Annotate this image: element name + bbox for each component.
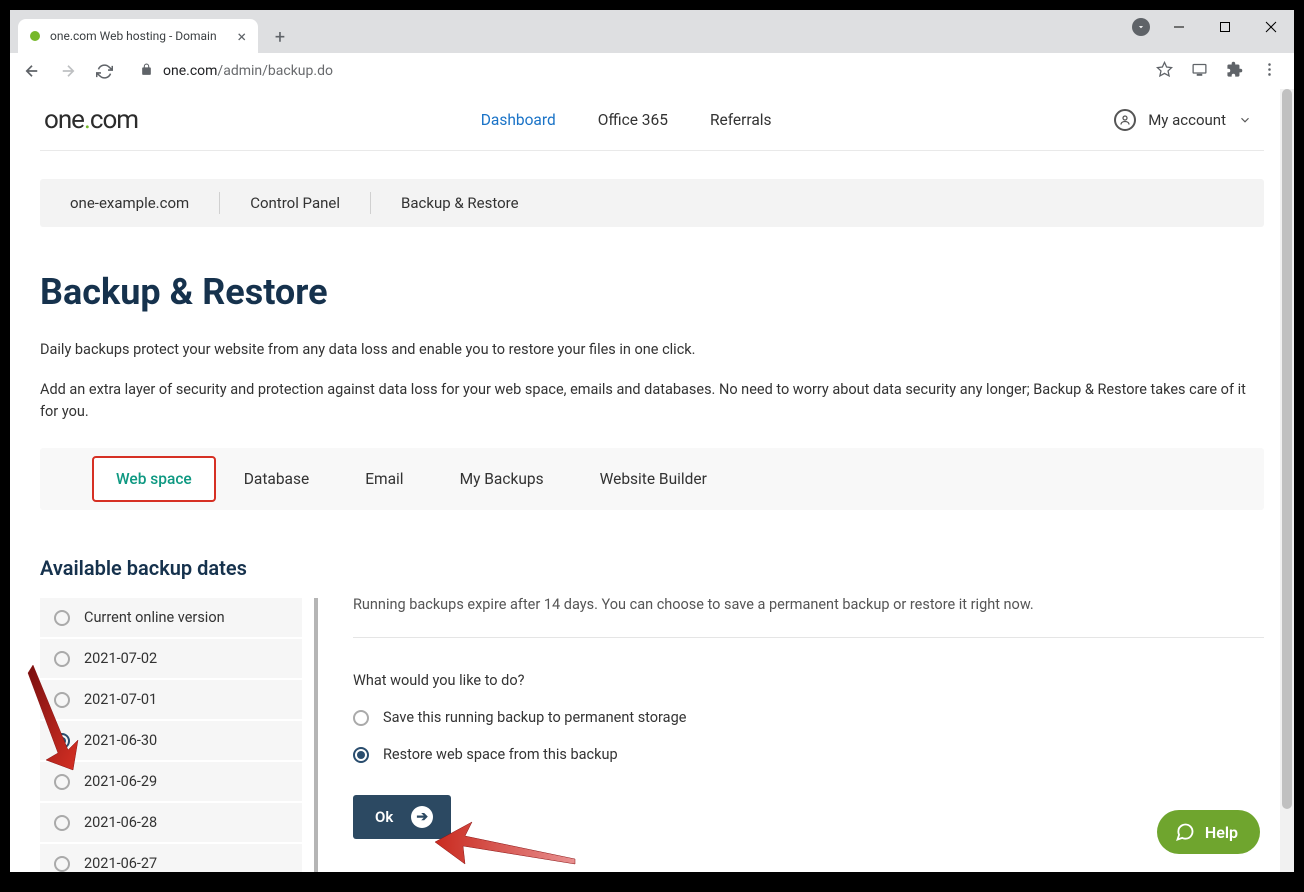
minimize-button[interactable] — [1156, 10, 1202, 44]
backup-dates-title: Available backup dates — [40, 556, 318, 580]
ok-button[interactable]: Ok ➔ — [353, 795, 451, 839]
page-description-2: Add an extra layer of security and prote… — [40, 379, 1264, 423]
forward-button[interactable] — [56, 59, 80, 83]
bookmark-star-icon[interactable] — [1156, 61, 1173, 82]
tab-website-builder[interactable]: Website Builder — [572, 448, 735, 510]
url-domain: one.com — [163, 63, 217, 79]
help-button[interactable]: Help — [1157, 810, 1260, 854]
radio-icon — [54, 815, 70, 831]
backup-info-text: Running backups expire after 14 days. Yo… — [353, 596, 1264, 638]
breadcrumb-current: Backup & Restore — [371, 194, 549, 212]
radio-selected-icon — [54, 733, 70, 749]
back-button[interactable] — [20, 59, 44, 83]
backup-row[interactable]: 2021-06-28 — [40, 803, 302, 842]
tab-title: one.com Web hosting - Domain — [50, 29, 231, 43]
tabs: Web space Database Email My Backups Webs… — [40, 448, 1264, 510]
lock-icon — [140, 63, 153, 80]
option-restore[interactable]: Restore web space from this backup — [353, 746, 1264, 763]
page-content: one.com Dashboard Office 365 Referrals M… — [10, 89, 1294, 872]
backup-row-current[interactable]: Current online version — [40, 598, 302, 637]
backup-row[interactable]: 2021-07-01 — [40, 680, 302, 719]
option-save-permanent[interactable]: Save this running backup to permanent st… — [353, 709, 1264, 726]
address-bar[interactable]: one.com/admin/backup.do — [128, 57, 1144, 85]
page-description-1: Daily backups protect your website from … — [40, 339, 1264, 361]
tab-web-space[interactable]: Web space — [92, 456, 216, 502]
radio-icon — [54, 651, 70, 667]
browser-nav-bar: one.com/admin/backup.do — [10, 53, 1294, 89]
backup-row[interactable]: 2021-06-29 — [40, 762, 302, 801]
tab-email[interactable]: Email — [337, 448, 431, 510]
scrollbar-track[interactable] — [1280, 89, 1294, 872]
backup-row[interactable]: 2021-07-02 — [40, 639, 302, 678]
radio-icon — [54, 610, 70, 626]
tab-close-icon[interactable]: × — [237, 27, 246, 46]
window-controls — [1156, 10, 1294, 44]
radio-icon — [54, 692, 70, 708]
menu-dots-icon[interactable] — [1261, 61, 1278, 82]
backup-list: Current online version 2021-07-02 2021-0… — [40, 598, 318, 872]
radio-icon — [54, 856, 70, 872]
close-window-button[interactable] — [1248, 10, 1294, 44]
device-icon[interactable] — [1191, 61, 1208, 82]
tab-my-backups[interactable]: My Backups — [432, 448, 572, 510]
chevron-down-icon — [1238, 113, 1252, 127]
reload-button[interactable] — [92, 59, 116, 83]
chat-icon — [1175, 822, 1195, 842]
breadcrumb: one-example.com Control Panel Backup & R… — [40, 179, 1264, 227]
site-header: one.com Dashboard Office 365 Referrals M… — [40, 89, 1264, 151]
nav-referrals[interactable]: Referrals — [710, 111, 772, 129]
tab-database[interactable]: Database — [216, 448, 337, 510]
breadcrumb-domain[interactable]: one-example.com — [70, 194, 219, 212]
scrollbar-thumb[interactable] — [1282, 89, 1292, 809]
account-label: My account — [1148, 111, 1226, 129]
page-title: Backup & Restore — [40, 271, 1264, 313]
browser-chrome: one.com Web hosting - Domain × + one.com… — [10, 10, 1294, 89]
extensions-icon[interactable] — [1226, 61, 1243, 82]
tab-favicon-icon — [30, 31, 40, 41]
logo[interactable]: one.com — [40, 105, 138, 135]
radio-selected-icon — [353, 747, 369, 763]
backup-row[interactable]: 2021-06-27 — [40, 844, 302, 872]
url-path: /admin/backup.do — [217, 63, 333, 79]
action-column: Running backups expire after 14 days. Yo… — [353, 556, 1264, 872]
arrow-right-icon: ➔ — [411, 806, 433, 828]
radio-icon — [353, 710, 369, 726]
backup-dates-column: Available backup dates Current online ve… — [40, 556, 318, 872]
radio-icon — [54, 774, 70, 790]
browser-tab[interactable]: one.com Web hosting - Domain × — [18, 19, 258, 53]
backup-row-selected[interactable]: 2021-06-30 — [40, 721, 302, 760]
account-menu[interactable]: My account — [1114, 109, 1252, 131]
maximize-button[interactable] — [1202, 10, 1248, 44]
nav-dashboard[interactable]: Dashboard — [481, 111, 556, 129]
profile-badge-icon[interactable] — [1132, 18, 1150, 36]
breadcrumb-control-panel[interactable]: Control Panel — [220, 194, 370, 212]
action-question: What would you like to do? — [353, 672, 1264, 689]
new-tab-button[interactable]: + — [266, 23, 294, 51]
tab-bar: one.com Web hosting - Domain × + — [10, 10, 1294, 53]
nav-office365[interactable]: Office 365 — [598, 111, 668, 129]
main-nav: Dashboard Office 365 Referrals — [481, 111, 772, 129]
account-icon — [1114, 109, 1136, 131]
